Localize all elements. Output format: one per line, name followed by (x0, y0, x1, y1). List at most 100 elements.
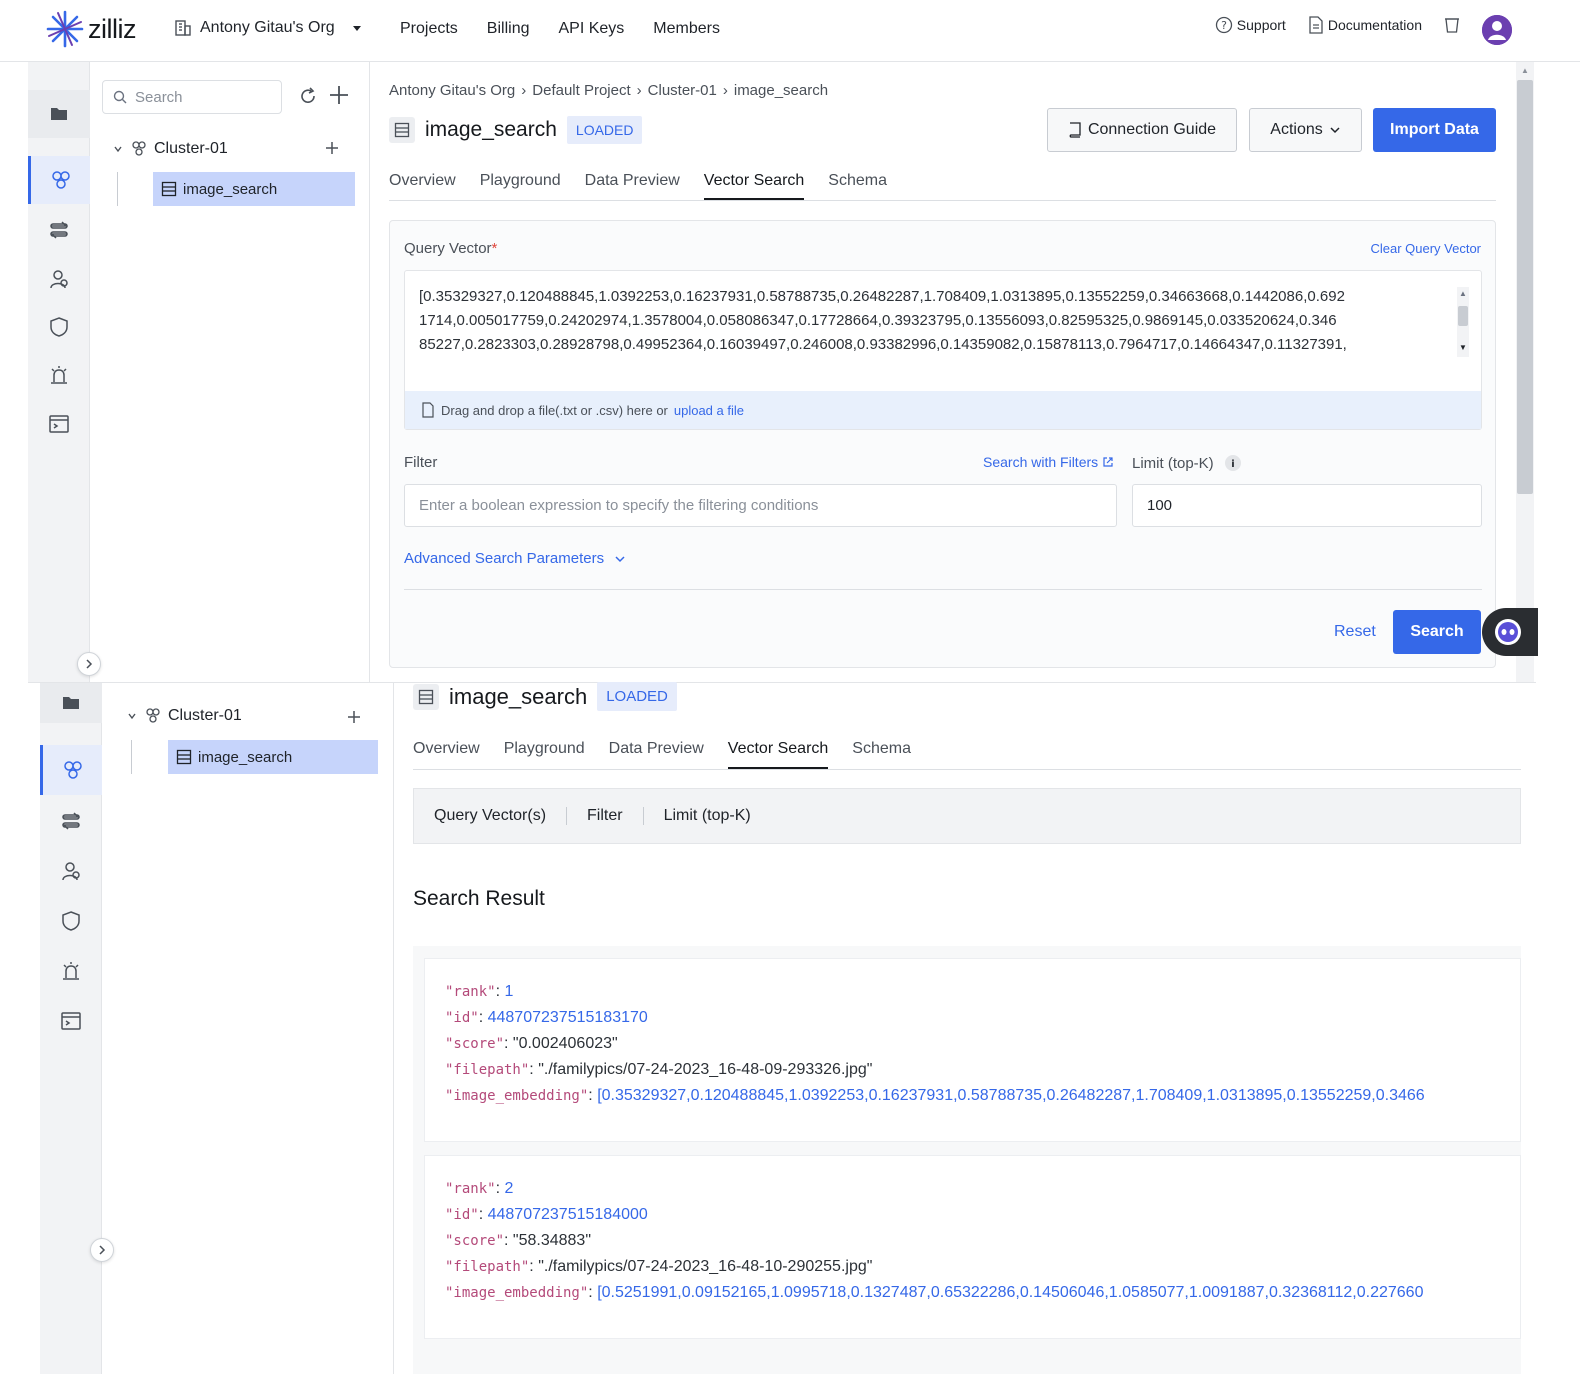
rail-clusters[interactable] (28, 156, 90, 204)
filter-input[interactable]: Enter a boolean expression to specify th… (404, 484, 1117, 527)
org-selector[interactable]: Antony Gitau's Org (174, 19, 365, 37)
search-summary-bar[interactable]: Query Vector(s) Filter Limit (top-K) (413, 788, 1521, 844)
trash-button[interactable] (1444, 16, 1460, 34)
result-rank: 2 (504, 1180, 514, 1197)
result-card[interactable]: "rank": 1 "id": 448707237515183170 "scor… (424, 958, 1521, 1142)
table-icon (161, 181, 177, 197)
rail-users[interactable] (28, 255, 90, 303)
users-icon (50, 270, 68, 289)
textarea-scrollbar[interactable]: ▲ ▼ (1457, 287, 1469, 357)
page-title: image_search (425, 118, 557, 141)
tab-overview[interactable]: Overview (389, 172, 456, 200)
rail-security[interactable] (40, 896, 102, 946)
search-icon (113, 90, 127, 104)
clear-query-vector-link[interactable]: Clear Query Vector (1370, 241, 1481, 256)
tab-schema[interactable]: Schema (828, 172, 887, 200)
cluster-icon (63, 761, 82, 779)
add-collection-button[interactable] (324, 140, 340, 156)
collapse-sidebar-button[interactable] (77, 652, 101, 676)
rail-security[interactable] (28, 303, 90, 351)
rail-users[interactable] (40, 846, 102, 896)
add-collection-button[interactable] (346, 709, 362, 725)
icon-rail (28, 62, 90, 682)
rail-projects[interactable] (28, 90, 90, 138)
support-link[interactable]: ? Support (1215, 16, 1286, 34)
cluster-node[interactable]: Cluster-01 (126, 707, 242, 725)
assistant-bot-button[interactable] (1482, 608, 1538, 656)
documentation-label: Documentation (1327, 17, 1422, 33)
scroll-up-icon: ▲ (1459, 289, 1467, 298)
refresh-button[interactable] (298, 86, 318, 106)
nav-billing[interactable]: Billing (487, 20, 530, 38)
import-data-button[interactable]: Import Data (1373, 108, 1496, 152)
cluster-node[interactable]: Cluster-01 (112, 140, 228, 158)
nav-api-keys[interactable]: API Keys (558, 20, 624, 38)
breadcrumb-project[interactable]: Default Project (532, 82, 630, 99)
user-icon (1482, 15, 1512, 45)
zilliz-logo[interactable]: zilliz (46, 10, 137, 48)
rail-migrations[interactable] (40, 796, 102, 846)
page-scroll-thumb[interactable] (1517, 80, 1533, 494)
question-circle-icon: ? (1215, 16, 1232, 34)
breadcrumb-cluster[interactable]: Cluster-01 (648, 82, 717, 99)
add-button[interactable] (328, 84, 350, 106)
reset-button[interactable]: Reset (1334, 623, 1376, 641)
rail-alerts[interactable] (40, 946, 102, 996)
tab-data-preview[interactable]: Data Preview (609, 740, 704, 769)
nav-members[interactable]: Members (653, 20, 720, 38)
actions-label: Actions (1270, 121, 1323, 138)
breadcrumb-separator: › (521, 82, 527, 99)
result-card[interactable]: "rank": 2 "id": 448707237515184000 "scor… (424, 1155, 1521, 1339)
actions-dropdown[interactable]: Actions (1249, 108, 1362, 152)
status-badge: LOADED (597, 682, 677, 711)
advanced-params-toggle[interactable]: Advanced Search Parameters (404, 550, 626, 567)
tab-vector-search[interactable]: Vector Search (703, 172, 805, 200)
svg-text:i: i (1231, 459, 1234, 470)
result-score-line: "score": "0.002406023" (445, 1035, 618, 1052)
upload-file-link[interactable]: upload a file (674, 403, 744, 418)
breadcrumb: Antony Gitau's Org › Default Project › C… (389, 82, 828, 99)
info-icon[interactable]: i (1224, 454, 1242, 472)
documentation-link[interactable]: Documentation (1308, 16, 1422, 34)
nav-projects[interactable]: Projects (400, 20, 458, 38)
rail-console[interactable] (40, 996, 102, 1046)
tab-playground[interactable]: Playground (504, 740, 585, 769)
scroll-thumb[interactable] (1458, 306, 1468, 326)
tab-schema[interactable]: Schema (852, 740, 911, 769)
tab-data-preview[interactable]: Data Preview (585, 172, 680, 200)
chevron-down-icon (1330, 127, 1340, 134)
limit-input[interactable]: 100 (1132, 484, 1482, 527)
building-icon (175, 20, 191, 36)
collection-header-lower: image_search LOADED (413, 682, 677, 711)
filter-placeholder: Enter a boolean expression to specify th… (419, 497, 819, 514)
rail-projects[interactable] (40, 683, 102, 723)
search-button[interactable]: Search (1393, 610, 1481, 654)
collapse-sidebar-button[interactable] (90, 1238, 114, 1262)
rail-alerts[interactable] (28, 351, 90, 399)
collection-tree: Search Cluster-01 image_search (77, 62, 370, 682)
file-dropzone[interactable]: Drag and drop a file(.txt or .csv) here … (405, 391, 1481, 429)
breadcrumb-separator: › (722, 82, 728, 99)
tab-vector-search[interactable]: Vector Search (727, 740, 829, 769)
collection-node-selected[interactable]: image_search (168, 740, 378, 774)
collection-node-selected[interactable]: image_search (153, 172, 355, 206)
user-avatar[interactable] (1482, 15, 1512, 45)
tab-playground[interactable]: Playground (480, 172, 561, 200)
query-vector-textarea[interactable]: [0.35329327,0.120488845,1.0392253,0.1623… (404, 270, 1482, 430)
collection-tabs: Overview Playground Data Preview Vector … (389, 172, 1496, 201)
connection-guide-button[interactable]: Connection Guide (1047, 108, 1237, 152)
shield-icon (50, 317, 68, 337)
result-id: 448707237515183170 (487, 1009, 648, 1026)
rail-migrations[interactable] (28, 206, 90, 254)
dropzone-text: Drag and drop a file(.txt or .csv) here … (441, 402, 668, 418)
rail-console[interactable] (28, 400, 90, 448)
search-with-filters-link[interactable]: Search with Filters (983, 454, 1114, 470)
rail-clusters[interactable] (40, 745, 102, 795)
search-button-label: Search (1410, 623, 1464, 640)
breadcrumb-org[interactable]: Antony Gitau's Org (389, 82, 515, 99)
tab-overview[interactable]: Overview (413, 740, 480, 769)
query-vector-value: [0.35329327,0.120488845,1.0392253,0.1623… (419, 288, 1347, 353)
collection-table-icon (413, 683, 439, 710)
page-scrollbar[interactable]: ▲ (1516, 62, 1534, 682)
tree-search-input[interactable]: Search (102, 80, 282, 114)
